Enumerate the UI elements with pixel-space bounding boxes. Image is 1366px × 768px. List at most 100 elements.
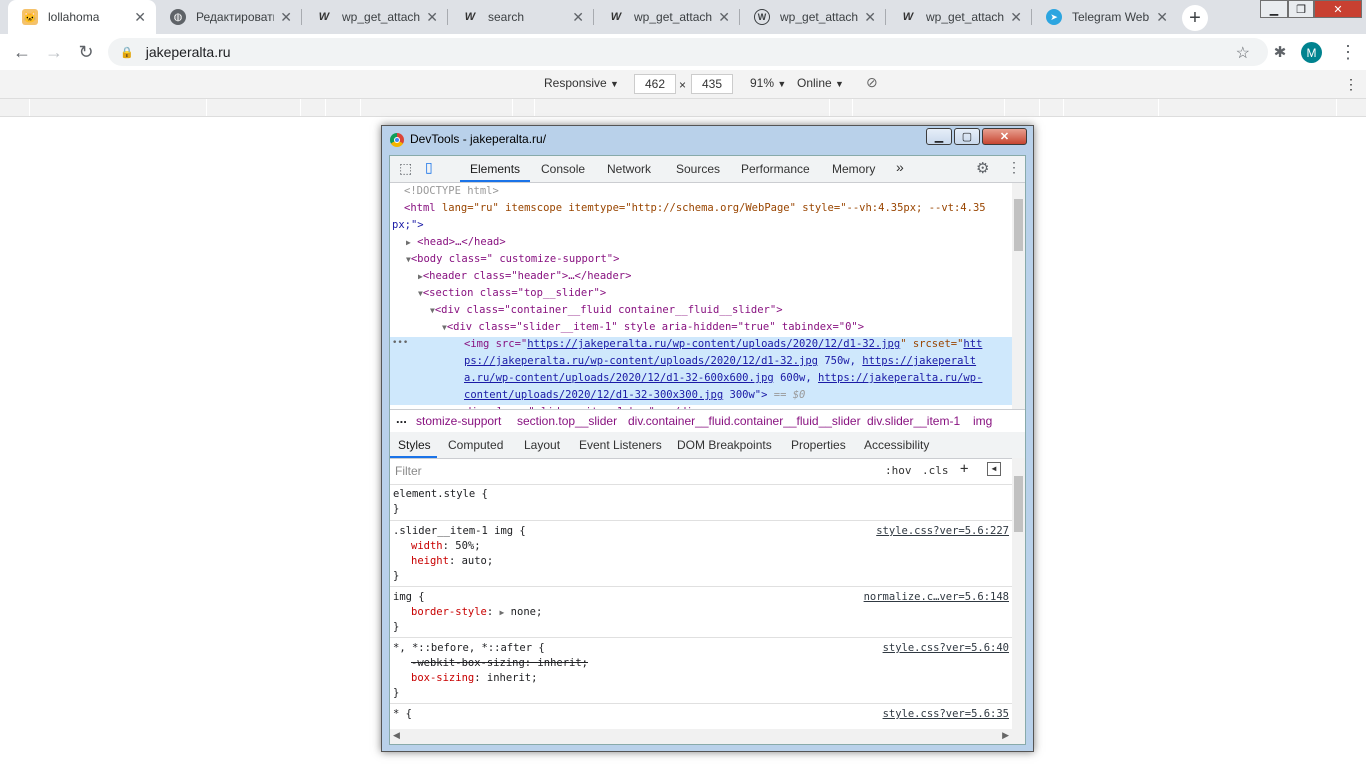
scroll-left-arrow-icon[interactable]: ◀ [393, 730, 400, 741]
tab-layout[interactable]: Layout [524, 438, 560, 452]
rotate-icon[interactable]: ⊘ [866, 74, 878, 91]
srcset-link-1-cont[interactable]: ps://jakeperalta.ru/wp-content/uploads/2… [464, 355, 818, 367]
srcset-link-3[interactable]: https://jakeperalta.ru/wp- [818, 372, 982, 384]
dom-tree-scrollbar-thumb[interactable] [1014, 199, 1023, 251]
device-toggle-icon[interactable]: ▯ [425, 159, 433, 176]
slider-item-node[interactable]: ▼<div class="slider__item-1" style aria-… [442, 319, 864, 336]
tab-wp-get-attachment-1[interactable]: W wp_get_attachm ✕ [302, 0, 448, 34]
close-tab-icon[interactable]: ✕ [1010, 9, 1022, 26]
profile-avatar[interactable]: M [1301, 42, 1322, 63]
tab-memory[interactable]: Memory [832, 162, 875, 176]
tab-accessibility[interactable]: Accessibility [864, 438, 929, 452]
rule-property[interactable]: border-style: ▶ none; [411, 605, 542, 620]
close-tab-icon[interactable]: ✕ [864, 9, 876, 26]
device-options-kebab-icon[interactable]: ⋮ [1344, 76, 1358, 93]
forward-arrow-icon[interactable]: → [42, 40, 66, 64]
new-tab-button[interactable]: + [1182, 5, 1208, 31]
styles-horizontal-scrollbar[interactable]: ◀ ▶ [390, 729, 1012, 744]
width-input[interactable]: 462 [634, 74, 676, 94]
tab-sources[interactable]: Sources [676, 162, 720, 176]
tab-console[interactable]: Console [541, 162, 585, 176]
devtools-title-bar[interactable]: DevTools - jakeperalta.ru/ ▁ ▢ ✕ [382, 126, 1033, 154]
tab-network[interactable]: Network [607, 162, 651, 176]
rule-source-link[interactable]: style.css?ver=5.6:40 [883, 641, 1009, 656]
img-node[interactable]: <img src="https://jakeperalta.ru/wp-cont… [464, 336, 982, 353]
section-node[interactable]: ▼<section class="top__slider"> [418, 285, 606, 302]
breadcrumb-overflow[interactable]: ... [396, 411, 407, 426]
devtools-maximize-button[interactable]: ▢ [954, 128, 980, 145]
styles-scrollbar[interactable] [1012, 458, 1025, 744]
close-window-button[interactable]: ✕ [1314, 0, 1362, 18]
device-mode-select[interactable]: Responsive ▼ [544, 76, 619, 90]
breadcrumb-body[interactable]: stomize-support [416, 414, 501, 428]
rule-img[interactable]: img { normalize.c…ver=5.6:148 border-sty… [390, 587, 1012, 638]
tab-performance[interactable]: Performance [741, 162, 810, 176]
maximize-window-button[interactable]: ❐ [1288, 0, 1314, 18]
expand-value-icon[interactable]: ▶ [500, 608, 505, 617]
customize-kebab-icon[interactable]: ⋮ [1007, 159, 1021, 176]
container-div-node[interactable]: ▼<div class="container__fluid container_… [430, 302, 783, 319]
devtools-minimize-button[interactable]: ▁ [926, 128, 952, 145]
reload-icon[interactable]: ↻ [74, 40, 98, 64]
tab-edit[interactable]: ◍ Редактировать ✕ [156, 0, 302, 34]
height-input[interactable]: 435 [691, 74, 733, 94]
rule-source-link[interactable]: style.css?ver=5.6:35 [883, 707, 1009, 722]
breadcrumb-img[interactable]: img [973, 414, 992, 428]
tab-event-listeners[interactable]: Event Listeners [579, 438, 662, 452]
overridden-property[interactable]: -webkit-box-sizing: inherit; [411, 656, 588, 671]
head-node[interactable]: ▶ <head>…</head> [406, 234, 506, 251]
breadcrumb-section[interactable]: section.top__slider [517, 414, 617, 428]
breadcrumb-container[interactable]: div.container__fluid.container__fluid__s… [628, 414, 861, 428]
settings-gear-icon[interactable]: ⚙ [976, 159, 989, 177]
tab-wp-get-attachment-3[interactable]: W wp_get_attachm ✕ [740, 0, 886, 34]
rule-universal-before-after[interactable]: *, *::before, *::after { style.css?ver=5… [390, 638, 1012, 704]
more-panels-icon[interactable]: » [896, 159, 904, 175]
node-actions-dots[interactable]: ••• [392, 335, 408, 352]
rule-property[interactable]: width: 50%; [411, 539, 481, 554]
close-tab-icon[interactable]: ✕ [718, 9, 730, 26]
body-node[interactable]: ▼<body class=" customize-support"> [406, 251, 619, 268]
close-tab-icon[interactable]: ✕ [572, 9, 584, 26]
network-throttle-select[interactable]: Online ▼ [797, 76, 844, 90]
rule-universal[interactable]: * { style.css?ver=5.6:35 [390, 704, 1012, 729]
header-node[interactable]: ▶<header class="header">…</header> [418, 268, 631, 285]
breadcrumb-slider-item[interactable]: div.slider__item-1 [867, 414, 960, 428]
scroll-right-arrow-icon[interactable]: ▶ [1002, 730, 1009, 741]
media-query-ruler[interactable] [0, 99, 1366, 117]
tab-lollahoma[interactable]: 🐱 lollahoma ✕ [8, 0, 156, 34]
back-arrow-icon[interactable]: ← [10, 40, 34, 64]
rule-slider-item-img[interactable]: .slider__item-1 img { style.css?ver=5.6:… [390, 521, 1012, 587]
close-tab-icon[interactable]: ✕ [280, 9, 292, 26]
extensions-puzzle-icon[interactable]: ✱ [1268, 40, 1292, 64]
tab-dom-breakpoints[interactable]: DOM Breakpoints [677, 438, 772, 452]
srcset-link-3-cont[interactable]: content/uploads/2020/12/d1-32-300x300.jp… [464, 389, 723, 401]
close-tab-icon[interactable]: ✕ [426, 9, 438, 26]
zoom-select[interactable]: 91% ▼ [750, 76, 786, 90]
lock-icon[interactable]: 🔒 [120, 46, 134, 59]
tab-elements[interactable]: Elements [470, 162, 520, 176]
tab-search[interactable]: W search ✕ [448, 0, 594, 34]
inspect-element-icon[interactable]: ⬚ [399, 160, 412, 177]
tab-styles[interactable]: Styles [398, 438, 431, 452]
styles-filter-input[interactable]: Filter [395, 464, 422, 478]
tab-telegram[interactable]: ➤ Telegram Web ✕ [1032, 0, 1178, 34]
rule-property[interactable]: height: auto; [411, 554, 493, 569]
styles-scrollbar-thumb[interactable] [1014, 476, 1023, 532]
rule-source-link[interactable]: style.css?ver=5.6:227 [876, 524, 1009, 539]
new-rule-plus-icon[interactable]: + [960, 461, 968, 477]
img-src-link[interactable]: https://jakeperalta.ru/wp-content/upload… [527, 338, 900, 350]
collapsed-triangle-icon[interactable]: ▶ [406, 238, 411, 247]
doctype-node[interactable]: <!DOCTYPE html> [404, 183, 499, 200]
close-tab-icon[interactable]: ✕ [134, 9, 146, 26]
rule-property[interactable]: box-sizing: inherit; [411, 671, 537, 686]
rule-source-link[interactable]: normalize.c…ver=5.6:148 [864, 590, 1009, 605]
srcset-link-2[interactable]: https://jakeperalt [862, 355, 976, 367]
html-node[interactable]: <html lang="ru" itemscope itemtype="http… [404, 200, 986, 217]
close-tab-icon[interactable]: ✕ [1156, 9, 1168, 26]
dom-tree[interactable]: <!DOCTYPE html> <html lang="ru" itemscop… [390, 183, 1012, 418]
dom-tree-scrollbar[interactable] [1012, 183, 1025, 409]
tab-computed[interactable]: Computed [448, 438, 503, 452]
srcset-link-1[interactable]: htt [963, 338, 982, 350]
bookmark-star-icon[interactable]: ☆ [1236, 43, 1250, 63]
class-toggle[interactable]: .cls [922, 464, 949, 477]
